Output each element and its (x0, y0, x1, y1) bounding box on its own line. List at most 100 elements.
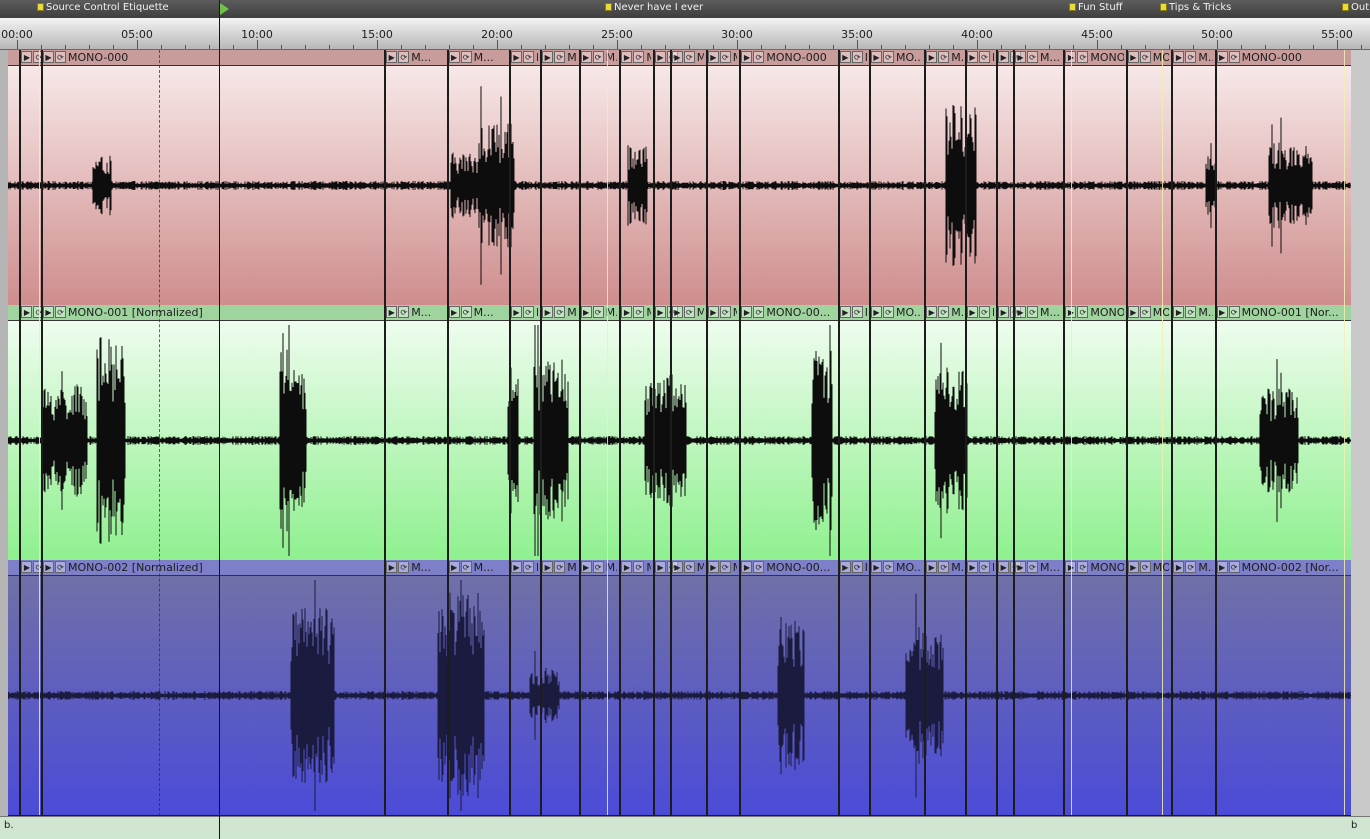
clip-label[interactable]: MONO-000 (766, 50, 835, 65)
waveform-area[interactable] (8, 66, 1351, 305)
clip-play-icon[interactable]: ▶ (511, 306, 522, 318)
time-ruler[interactable]: 00:00 05:00 10:00 15:00 20:00 25:00 30:00 35:00… (0, 18, 1370, 50)
clip-boundary[interactable] (669, 305, 672, 560)
clip-loop-icon[interactable]: ⟳ (1027, 51, 1038, 63)
clip-loop-icon[interactable]: ⟳ (523, 306, 534, 318)
clip-play-icon[interactable]: ▶ (671, 306, 683, 318)
clip-label[interactable]: M... (567, 305, 576, 320)
clip-boundary[interactable] (965, 50, 967, 305)
clip-play-icon[interactable]: ▶ (671, 561, 683, 573)
clip-play-icon[interactable]: ▶ (1015, 51, 1026, 63)
clip-label[interactable]: M... (536, 560, 538, 575)
clip-boundary[interactable] (619, 560, 622, 815)
clip-label[interactable]: M... (474, 305, 507, 320)
clip-loop-icon[interactable]: ⟳ (554, 51, 566, 63)
clip-play-icon[interactable]: ▶ (580, 561, 592, 573)
clip-loop-icon[interactable]: ⟳ (753, 51, 765, 63)
waveform-area[interactable] (8, 321, 1351, 560)
clip-play-icon[interactable]: ▶ (998, 51, 1010, 63)
clip-label[interactable]: M... (697, 305, 704, 320)
clip-loop-icon[interactable]: ⟳ (1139, 51, 1151, 63)
clip-boundary[interactable] (1214, 305, 1217, 560)
clip-boundary[interactable] (578, 50, 581, 305)
clip-loop-icon[interactable]: ⟳ (1228, 51, 1240, 63)
clip-label[interactable]: MONO-00... (766, 560, 835, 575)
clip-loop-icon[interactable]: ⟳ (938, 561, 950, 573)
clip-boundary[interactable] (1125, 560, 1128, 815)
clip-play-icon[interactable]: ▶ (43, 561, 54, 573)
clip-play-icon[interactable]: ▶ (1216, 51, 1228, 63)
clip-loop-icon[interactable]: ⟳ (633, 306, 645, 318)
clip-play-icon[interactable]: ▶ (741, 306, 753, 318)
clip-loop-icon[interactable]: ⟳ (460, 51, 472, 63)
track-header[interactable]: ▶⟳M▶⟳MONO-000▶⟳M...▶⟳M...▶⟳M...▶⟳M...▶⟳M… (8, 50, 1351, 66)
clip-play-icon[interactable]: ▶ (621, 561, 633, 573)
clip-play-icon[interactable]: ▶ (1173, 51, 1185, 63)
bottom-timeline-bar[interactable]: b. b (0, 816, 1370, 839)
clip-boundary[interactable] (19, 50, 22, 305)
clip-label[interactable]: M... (1198, 305, 1212, 320)
marker-label[interactable]: Outro (1351, 2, 1370, 13)
clip-label[interactable]: M... (697, 560, 704, 575)
clip-boundary[interactable] (924, 560, 927, 815)
clip-label[interactable]: MO... (896, 50, 922, 65)
clip-boundary[interactable] (705, 305, 708, 560)
clip-play-icon[interactable]: ▶ (1015, 306, 1026, 318)
clip-label[interactable]: MONO-00... (766, 305, 835, 320)
marker-flag-icon[interactable] (605, 3, 612, 11)
clip-boundary[interactable] (540, 50, 543, 305)
clip-boundary[interactable] (965, 560, 967, 815)
clip-play-icon[interactable]: ▶ (967, 306, 978, 318)
clip-play-icon[interactable]: ▶ (542, 306, 554, 318)
clip-play-icon[interactable]: ▶ (967, 51, 978, 63)
clip-loop-icon[interactable]: ⟳ (398, 306, 410, 318)
clip-loop-icon[interactable]: ⟳ (55, 51, 66, 63)
clip-loop-icon[interactable]: ⟳ (55, 561, 66, 573)
track-header[interactable]: ▶⟳M▶⟳MONO-002 [Normalized]▶⟳M...▶⟳M...▶⟳… (8, 560, 1351, 576)
clip-label[interactable]: M... (646, 305, 651, 320)
clip-play-icon[interactable]: ▶ (386, 51, 398, 63)
clip-loop-icon[interactable]: ⟳ (938, 51, 950, 63)
clip-label[interactable]: MONO-... (1090, 50, 1123, 65)
clip-loop-icon[interactable]: ⟳ (1228, 306, 1240, 318)
clip-boundary[interactable] (924, 50, 927, 305)
clip-label[interactable]: MONO-... (1090, 560, 1123, 575)
clip-play-icon[interactable]: ▶ (871, 306, 882, 318)
clip-boundary[interactable] (509, 50, 511, 305)
clip-loop-icon[interactable]: ⟳ (683, 306, 695, 318)
clip-label[interactable]: M (865, 560, 867, 575)
clip-boundary[interactable] (1125, 50, 1128, 305)
clip-label[interactable]: M (865, 50, 867, 65)
clip-label[interactable]: M... (733, 50, 738, 65)
clip-play-icon[interactable]: ▶ (741, 51, 753, 63)
clip-boundary[interactable] (653, 560, 655, 815)
clip-boundary[interactable] (578, 560, 581, 815)
clip-loop-icon[interactable]: ⟳ (719, 561, 731, 573)
clip-play-icon[interactable]: ▶ (998, 306, 1010, 318)
clip-label[interactable]: M... (474, 50, 507, 65)
clip-loop-icon[interactable]: ⟳ (1228, 561, 1240, 573)
clip-play-icon[interactable]: ▶ (871, 561, 882, 573)
clip-play-icon[interactable]: ▶ (926, 51, 938, 63)
clip-loop-icon[interactable]: ⟳ (851, 51, 863, 63)
clip-label[interactable]: M (865, 305, 867, 320)
track-header[interactable]: ▶⟳M▶⟳MONO-001 [Normalized]▶⟳M...▶⟳M...▶⟳… (8, 305, 1351, 321)
marker-label[interactable]: Fun Stuff (1078, 2, 1123, 13)
clip-boundary[interactable] (509, 305, 511, 560)
clip-loop-icon[interactable]: ⟳ (633, 561, 645, 573)
clip-loop-icon[interactable]: ⟳ (633, 51, 645, 63)
clip-play-icon[interactable]: ▶ (448, 306, 460, 318)
clip-boundary[interactable] (996, 305, 999, 560)
playhead-line[interactable] (219, 0, 220, 839)
clip-boundary[interactable] (739, 560, 742, 815)
clip-loop-icon[interactable]: ⟳ (592, 306, 604, 318)
waveform-area[interactable] (8, 576, 1351, 815)
clip-loop-icon[interactable]: ⟳ (979, 51, 990, 63)
clip-play-icon[interactable]: ▶ (621, 51, 633, 63)
clip-label[interactable]: MONO-002 [Normalized] (68, 560, 382, 575)
clip-loop-icon[interactable]: ⟳ (1077, 51, 1089, 63)
clip-label[interactable]: M... (411, 50, 444, 65)
clip-boundary[interactable] (1013, 560, 1015, 815)
clip-boundary[interactable] (446, 560, 449, 815)
clip-loop-icon[interactable]: ⟳ (979, 306, 990, 318)
